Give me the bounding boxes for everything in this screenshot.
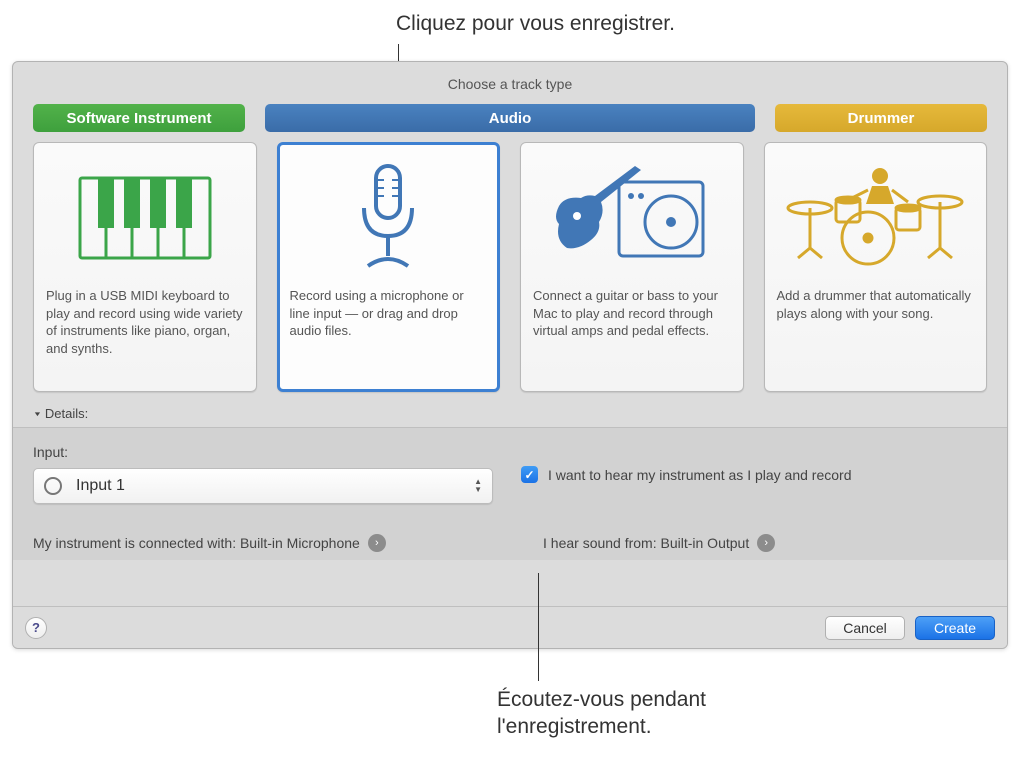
drummer-icon bbox=[777, 153, 975, 283]
card-software-instrument[interactable]: Plug in a USB MIDI keyboard to play and … bbox=[33, 142, 257, 392]
create-button[interactable]: Create bbox=[915, 616, 995, 640]
monitor-checkbox[interactable]: ✓ bbox=[521, 466, 538, 483]
callout-top: Cliquez pour vous enregistrer. bbox=[396, 12, 675, 36]
card-software-desc: Plug in a USB MIDI keyboard to play and … bbox=[46, 283, 244, 357]
dialog-title: Choose a track type bbox=[13, 62, 1007, 104]
output-text: I hear sound from: Built-in Output bbox=[543, 535, 749, 551]
card-microphone-desc: Record using a microphone or line input … bbox=[290, 283, 488, 340]
monitor-label: I want to hear my instrument as I play a… bbox=[548, 467, 851, 483]
cancel-button[interactable]: Cancel bbox=[825, 616, 905, 640]
input-value: Input 1 bbox=[76, 477, 125, 495]
output-more[interactable]: › bbox=[757, 534, 775, 552]
microphone-icon bbox=[290, 153, 488, 283]
card-guitar-desc: Connect a guitar or bass to your Mac to … bbox=[533, 283, 731, 340]
details-label: Details: bbox=[45, 406, 88, 421]
callout-bottom: Écoutez-vous pendant l'enregistrement. bbox=[497, 686, 706, 741]
tab-drummer[interactable]: Drummer bbox=[775, 104, 987, 132]
track-type-tabs: Software Instrument Audio Drummer bbox=[13, 104, 1007, 132]
instrument-connection-more[interactable]: › bbox=[368, 534, 386, 552]
input-select[interactable]: Input 1 ▲▼ bbox=[33, 468, 493, 504]
details-disclosure[interactable]: ▼ Details: bbox=[13, 392, 1007, 427]
help-button[interactable]: ? bbox=[25, 617, 47, 639]
monitor-checkbox-row[interactable]: ✓ I want to hear my instrument as I play… bbox=[521, 466, 987, 483]
card-guitar[interactable]: Connect a guitar or bass to your Mac to … bbox=[520, 142, 744, 392]
dialog-footer: ? Cancel Create bbox=[13, 606, 1007, 648]
guitar-amp-icon bbox=[533, 153, 731, 283]
input-label: Input: bbox=[33, 444, 493, 460]
chevron-down-icon: ▼ bbox=[33, 410, 42, 417]
card-microphone[interactable]: Record using a microphone or line input … bbox=[277, 142, 501, 392]
callout-bottom-line2: l'enregistrement. bbox=[497, 713, 706, 740]
keyboard-icon bbox=[46, 153, 244, 283]
callout-line-bottom bbox=[538, 573, 539, 681]
instrument-connection-text: My instrument is connected with: Built-i… bbox=[33, 535, 360, 551]
card-drummer[interactable]: Add a drummer that automatically plays a… bbox=[764, 142, 988, 392]
tab-software-instrument[interactable]: Software Instrument bbox=[33, 104, 245, 132]
input-channel-icon bbox=[44, 477, 62, 495]
card-drummer-desc: Add a drummer that automatically plays a… bbox=[777, 283, 975, 322]
new-track-dialog: Choose a track type Software Instrument … bbox=[12, 61, 1008, 649]
details-panel: Input: Input 1 ▲▼ ✓ I want to hear my in… bbox=[13, 427, 1007, 560]
callout-bottom-line1: Écoutez-vous pendant bbox=[497, 686, 706, 713]
track-cards: Plug in a USB MIDI keyboard to play and … bbox=[13, 142, 1007, 392]
stepper-chevrons-icon: ▲▼ bbox=[474, 478, 482, 494]
tab-audio[interactable]: Audio bbox=[265, 104, 755, 132]
